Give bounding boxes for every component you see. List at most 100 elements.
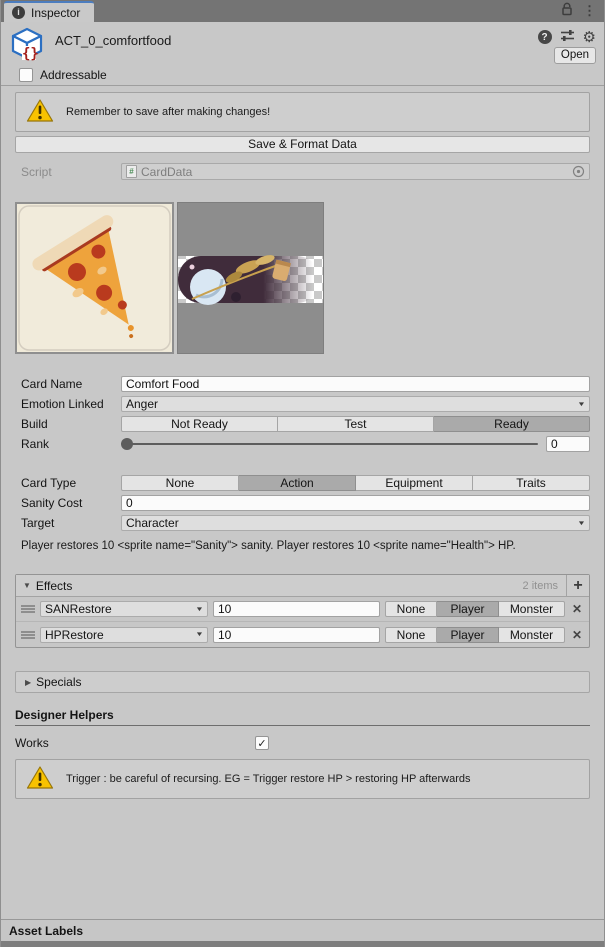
- foldout-closed-icon: ▶: [25, 677, 32, 687]
- asset-title: ACT_0_comfortfood: [55, 33, 172, 48]
- specials-title: Specials: [36, 675, 82, 689]
- card-name-label: Card Name: [21, 377, 83, 391]
- sanity-cost-row: Sanity Cost: [15, 495, 590, 511]
- tab-inspector[interactable]: i Inspector: [4, 1, 95, 22]
- rank-slider[interactable]: [121, 436, 538, 452]
- footer: Asset Labels: [1, 919, 604, 947]
- drag-handle-icon[interactable]: [21, 630, 35, 639]
- card-type-toggle: None Action Equipment Traits: [121, 475, 590, 491]
- emotion-linked-dropdown[interactable]: Anger ▼: [121, 396, 590, 412]
- target-label: Target: [21, 516, 55, 530]
- svg-text:{}: {}: [22, 46, 39, 61]
- chevron-down-icon: ▼: [577, 519, 586, 527]
- effect-type-dropdown[interactable]: HPRestore ▼: [40, 626, 208, 643]
- add-effect-button[interactable]: +: [566, 575, 589, 596]
- tab-bar: i Inspector ⋮: [1, 0, 604, 22]
- csharp-script-icon: #: [126, 165, 137, 178]
- target-dropdown[interactable]: Character ▼: [121, 515, 590, 531]
- build-row: Build Not Ready Test Ready: [15, 416, 590, 432]
- banner-art-preview[interactable]: [177, 202, 324, 354]
- chevron-down-icon: ▼: [195, 631, 204, 638]
- effects-count: 2 items: [522, 579, 558, 592]
- help-icon[interactable]: ?: [537, 30, 552, 44]
- presets-icon[interactable]: [560, 29, 575, 45]
- trigger-warning-box: Trigger : be careful of recursing. EG = …: [15, 759, 590, 799]
- drag-handle-icon[interactable]: [21, 605, 35, 613]
- scriptable-object-icon: {}: [9, 27, 45, 64]
- preview-images: [15, 202, 590, 354]
- open-button[interactable]: Open: [554, 47, 596, 64]
- build-option-not-ready[interactable]: Not Ready: [121, 416, 278, 432]
- card-description-text: Player restores 10 <sprite name="Sanity"…: [21, 540, 516, 552]
- effect-target-toggle: None Player Monster: [385, 626, 565, 643]
- build-option-test[interactable]: Test: [278, 416, 434, 432]
- effect-type-value: HPRestore: [45, 627, 104, 642]
- card-type-option-action[interactable]: Action: [239, 475, 356, 491]
- sanity-cost-input[interactable]: [121, 495, 590, 511]
- designer-helpers-heading: Designer Helpers: [15, 708, 590, 726]
- warning-icon: [26, 98, 54, 126]
- works-row: Works ✓: [15, 734, 590, 752]
- works-checkbox[interactable]: ✓: [255, 736, 269, 750]
- card-name-row: Card Name: [15, 376, 590, 392]
- rank-row: Rank: [15, 436, 590, 452]
- effect-target-toggle: None Player Monster: [385, 601, 565, 617]
- effect-row-sanrestore: SANRestore ▼ None Player Monster ✕: [16, 597, 589, 622]
- card-type-option-none[interactable]: None: [121, 475, 239, 491]
- asset-labels-title: Asset Labels: [9, 923, 84, 938]
- effect-value-input[interactable]: [213, 601, 380, 617]
- card-art-preview[interactable]: [15, 202, 174, 354]
- addressable-checkbox[interactable]: ✓: [19, 67, 33, 82]
- kebab-menu-icon[interactable]: ⋮: [583, 3, 596, 19]
- script-label: Script: [21, 164, 52, 179]
- emotion-linked-value: Anger: [126, 397, 159, 411]
- gear-icon[interactable]: ⚙: [583, 30, 596, 45]
- target-value: Character: [126, 516, 179, 530]
- card-type-option-traits[interactable]: Traits: [473, 475, 590, 491]
- specials-foldout[interactable]: ▶ Specials: [15, 671, 590, 693]
- chevron-down-icon: ▼: [195, 605, 204, 613]
- effect-row-hprestore: HPRestore ▼ None Player Monster ✕: [16, 622, 589, 647]
- card-type-label: Card Type: [21, 476, 77, 490]
- effect-value-input[interactable]: [213, 626, 380, 643]
- sanity-cost-label: Sanity Cost: [21, 496, 83, 510]
- save-warning-box: Remember to save after making changes!: [15, 92, 590, 132]
- build-option-ready[interactable]: Ready: [434, 416, 590, 432]
- script-row: Script # CardData: [15, 163, 590, 180]
- emotion-linked-row: Emotion Linked Anger ▼: [15, 396, 590, 412]
- target-option-monster[interactable]: Monster: [499, 601, 565, 617]
- addressable-row: ✓ Addressable: [1, 64, 604, 86]
- effects-header[interactable]: ▼ Effects 2 items +: [16, 575, 589, 597]
- object-picker-icon[interactable]: [572, 165, 585, 178]
- trigger-warning-text: Trigger : be careful of recursing. EG = …: [66, 773, 471, 785]
- effects-list: ▼ Effects 2 items + SANRestore ▼ None Pl…: [15, 574, 590, 648]
- build-label: Build: [21, 417, 48, 431]
- effect-type-dropdown[interactable]: SANRestore ▼: [40, 601, 208, 617]
- info-icon: i: [12, 6, 25, 19]
- remove-effect-icon[interactable]: ✕: [570, 628, 584, 642]
- target-option-monster[interactable]: Monster: [499, 626, 565, 643]
- unity-inspector-window: { "tab": {"title": "Inspector"}, "header…: [0, 0, 605, 947]
- build-toggle: Not Ready Test Ready: [121, 416, 590, 432]
- rank-label: Rank: [21, 437, 50, 451]
- card-type-option-equipment[interactable]: Equipment: [356, 475, 473, 491]
- rank-input[interactable]: [546, 436, 590, 452]
- asset-header: {} ACT_0_comfortfood ? ⚙ Open: [1, 22, 604, 64]
- target-option-none[interactable]: None: [385, 626, 437, 643]
- target-row: Target Character ▼: [15, 515, 590, 531]
- tab-label: Inspector: [31, 5, 81, 20]
- card-name-input[interactable]: [121, 376, 590, 392]
- foldout-open-icon[interactable]: ▼: [23, 581, 31, 590]
- save-warning-text: Remember to save after making changes!: [66, 106, 271, 118]
- slider-knob[interactable]: [121, 438, 133, 450]
- script-object-field[interactable]: # CardData: [121, 163, 590, 180]
- save-format-button[interactable]: Save & Format Data: [15, 136, 590, 153]
- target-option-none[interactable]: None: [385, 601, 437, 617]
- remove-effect-icon[interactable]: ✕: [570, 602, 584, 616]
- footer-strip: [1, 941, 604, 947]
- target-option-player[interactable]: Player: [437, 626, 499, 643]
- unlock-icon[interactable]: [561, 2, 573, 19]
- asset-labels-header[interactable]: Asset Labels: [1, 919, 604, 941]
- effect-type-value: SANRestore: [45, 602, 112, 616]
- target-option-player[interactable]: Player: [437, 601, 499, 617]
